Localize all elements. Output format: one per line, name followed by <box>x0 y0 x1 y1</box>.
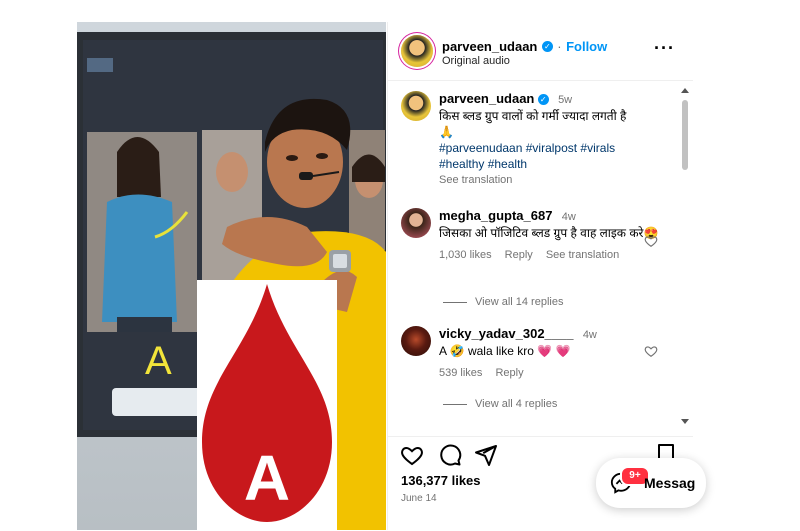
author-username[interactable]: parveen_udaan <box>442 39 537 54</box>
scroll-up-icon[interactable] <box>681 88 689 93</box>
post-header: parveen_udaan ✓ · Follow Original audio … <box>388 22 693 81</box>
follow-button[interactable]: Follow <box>566 39 607 54</box>
caption-text: किस ब्लड ग्रुप वालों को गर्मी ज्यादा लगत… <box>439 109 627 123</box>
caption-avatar[interactable] <box>401 91 431 121</box>
caption-hashtags-2[interactable]: #healthy #health <box>439 156 664 172</box>
view-replies-button[interactable]: View all 4 replies <box>443 398 557 410</box>
scrollbar-thumb[interactable] <box>682 100 688 170</box>
commenter-username[interactable]: megha_gupta_687 <box>439 208 552 223</box>
verified-icon: ✓ <box>537 94 549 106</box>
caption-username[interactable]: parveen_udaan <box>439 91 534 106</box>
comment-likes[interactable]: 539 likes <box>439 367 482 379</box>
comment-time[interactable]: 4w <box>583 329 597 341</box>
comments-list[interactable]: parveen_udaan ✓ 5w किस ब्लड ग्रुप वालों … <box>388 81 693 426</box>
author-avatar[interactable] <box>401 35 433 67</box>
messages-label: Messag <box>644 475 696 491</box>
comment-likes[interactable]: 1,030 likes <box>439 249 492 261</box>
audio-label[interactable]: Original audio <box>442 55 510 67</box>
drop-letter: A <box>244 442 290 514</box>
reply-button[interactable]: Reply <box>495 367 523 379</box>
comment-time[interactable]: 4w <box>562 211 576 223</box>
comments-scrollbar[interactable] <box>681 88 689 424</box>
reply-button[interactable]: Reply <box>505 249 533 261</box>
commenter-avatar[interactable] <box>401 326 431 356</box>
media-image: A A <box>77 22 386 530</box>
likes-count[interactable]: 136,377 likes <box>401 473 481 488</box>
heart-icon[interactable] <box>644 344 658 358</box>
scroll-down-icon[interactable] <box>681 419 689 424</box>
comment: vicky_yadav_302____ 4w A 🤣 wala like kro… <box>388 326 678 396</box>
board-letter: A <box>145 339 172 383</box>
share-icon[interactable] <box>474 443 498 467</box>
comment-icon[interactable] <box>438 443 462 467</box>
comment-text: A 🤣 wala like kro 💗 💗 <box>439 344 571 358</box>
comment-see-translation[interactable]: See translation <box>546 249 619 261</box>
caption-see-translation[interactable]: See translation <box>439 172 664 188</box>
commenter-avatar[interactable] <box>401 208 431 238</box>
heart-icon[interactable] <box>644 234 658 248</box>
caption-emoji: 🙏 <box>439 125 454 139</box>
more-options-icon[interactable]: ··· <box>654 38 675 59</box>
caption-time[interactable]: 5w <box>558 94 572 106</box>
messages-button[interactable]: 9+ Messag <box>596 458 706 508</box>
caption: parveen_udaan ✓ 5w किस ब्लड ग्रुप वालों … <box>388 91 678 191</box>
verified-icon: ✓ <box>541 41 553 53</box>
comment: megha_gupta_687 4w जिसका ओ पॉजिटिव ब्लड … <box>388 208 678 308</box>
post-side-panel: parveen_udaan ✓ · Follow Original audio … <box>387 22 693 530</box>
separator-dot: · <box>557 39 562 54</box>
commenter-username[interactable]: vicky_yadav_302____ <box>439 326 573 341</box>
like-icon[interactable] <box>400 443 424 467</box>
caption-hashtags[interactable]: #parveenudaan #viralpost #virals <box>439 140 664 156</box>
post-date[interactable]: June 14 <box>401 493 437 504</box>
view-replies-button[interactable]: View all 14 replies <box>443 296 563 308</box>
post-media[interactable]: A A <box>77 22 386 530</box>
comment-text: जिसका ओ पॉजिटिव ब्लड ग्रुप है वाह लाइक क… <box>439 226 659 240</box>
